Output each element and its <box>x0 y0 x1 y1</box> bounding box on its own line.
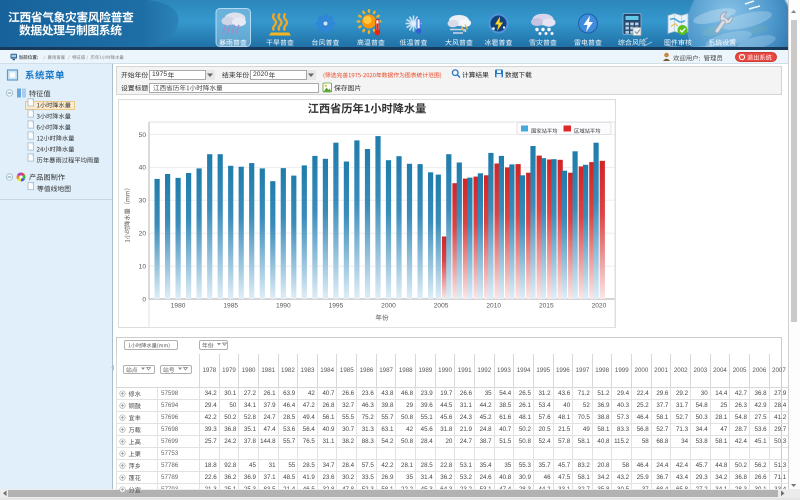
svg-text:50: 50 <box>139 132 147 139</box>
svg-text:1995: 1995 <box>329 303 344 310</box>
svg-text:2005: 2005 <box>434 303 449 310</box>
svg-text:1990: 1990 <box>276 303 291 310</box>
svg-text:2010: 2010 <box>486 303 501 310</box>
svg-text:0: 0 <box>142 296 146 303</box>
svg-text:2020: 2020 <box>592 303 607 310</box>
svg-text:10: 10 <box>139 263 147 270</box>
svg-text:2000: 2000 <box>381 303 396 310</box>
svg-text:20: 20 <box>139 231 147 238</box>
svg-text:1980: 1980 <box>171 303 186 310</box>
svg-text:40: 40 <box>139 165 147 172</box>
svg-text:2015: 2015 <box>539 303 554 310</box>
svg-text:30: 30 <box>139 198 147 205</box>
svg-text:1985: 1985 <box>223 303 238 310</box>
